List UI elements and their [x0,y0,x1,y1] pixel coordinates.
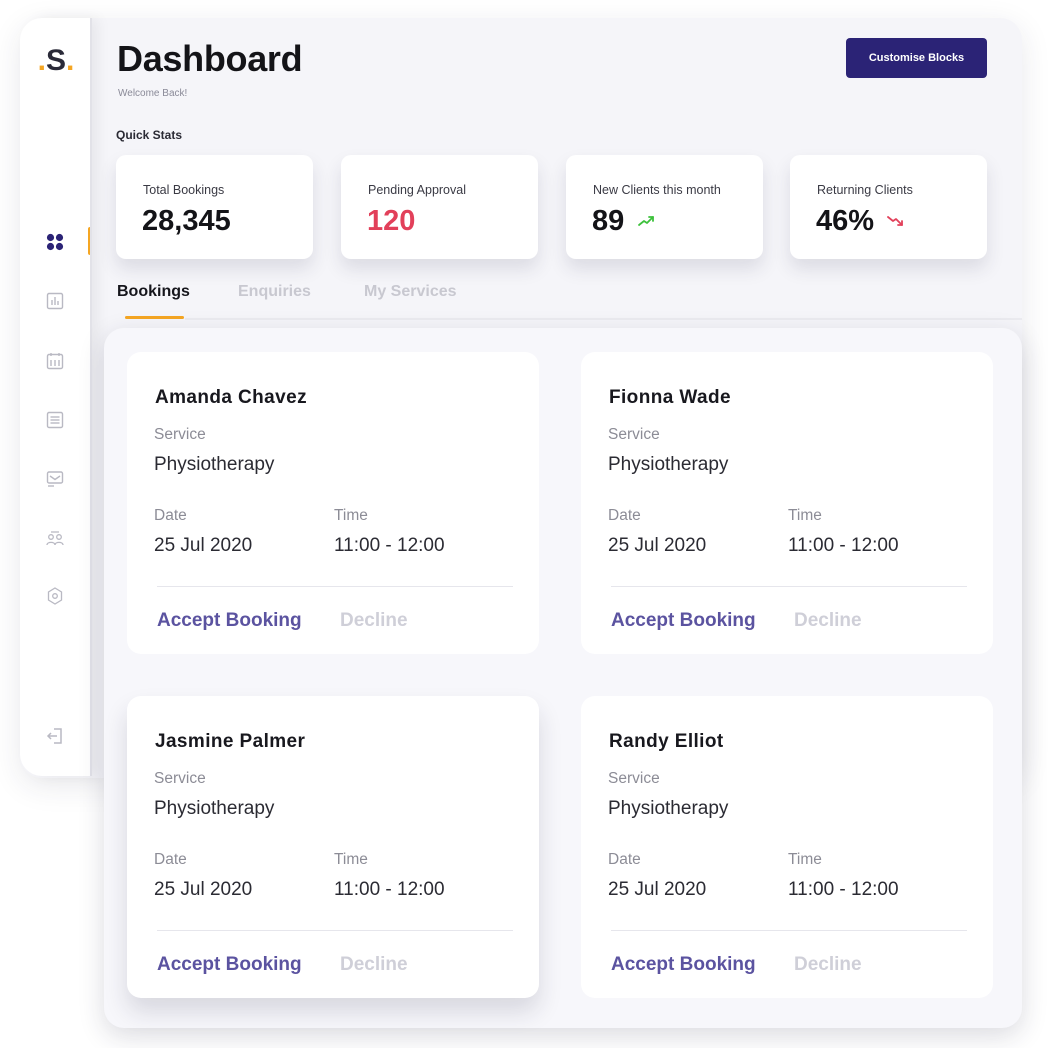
logo-dot: . [37,44,46,77]
sidebar-item-list[interactable] [41,406,69,434]
client-name: Amanda Chavez [155,387,307,408]
sidebar: .S. [20,18,92,776]
tab-enquiries[interactable]: Enquiries [238,283,311,301]
service-label: Service [608,770,660,787]
stat-label: Total Bookings [143,183,225,197]
stat-value: 46% [816,205,875,237]
date-value: 25 Jul 2020 [154,879,253,900]
time-value: 11:00 - 12:00 [334,879,445,900]
logo-letter: S [45,44,66,77]
date-label: Date [608,507,641,524]
booking-card: Fionna Wade Service Physiotherapy Date 2… [581,352,993,654]
booking-card: Jasmine Palmer Service Physiotherapy Dat… [127,696,539,998]
time-value: 11:00 - 12:00 [334,535,445,556]
service-value: Physiotherapy [608,454,729,475]
date-label: Date [154,507,187,524]
service-value: Physiotherapy [154,798,275,819]
tab-divider [185,318,1022,320]
time-value: 11:00 - 12:00 [788,879,899,900]
decline-button[interactable]: Decline [340,610,408,632]
accept-booking-button[interactable]: Accept Booking [157,954,302,976]
stat-card-pending-approval[interactable]: Pending Approval 120 [341,155,538,259]
active-indicator [88,227,92,255]
service-value: Physiotherapy [154,454,275,475]
active-tab-indicator [125,316,184,319]
logout-icon [46,728,62,744]
stat-card-returning-clients[interactable]: Returning Clients 46% [790,155,987,259]
users-icon [46,531,64,546]
stat-card-new-clients[interactable]: New Clients this month 89 [566,155,763,259]
card-divider [611,930,967,931]
decline-button[interactable]: Decline [794,954,862,976]
date-value: 25 Jul 2020 [608,535,707,556]
stat-label: Returning Clients [817,183,913,197]
time-label: Time [334,507,368,524]
card-divider [611,586,967,587]
tab-my-services[interactable]: My Services [364,283,457,301]
customise-blocks-button[interactable]: Customise Blocks [846,38,987,78]
grid-icon [46,233,64,251]
time-value: 11:00 - 12:00 [788,535,899,556]
booking-card: Randy Elliot Service Physiotherapy Date … [581,696,993,998]
stat-value: 89 [592,205,625,237]
stat-value: 28,345 [142,205,231,237]
accept-booking-button[interactable]: Accept Booking [611,954,756,976]
date-label: Date [608,851,641,868]
sidebar-item-calendar[interactable] [41,347,69,375]
quick-stats-heading: Quick Stats [116,128,183,142]
accept-booking-button[interactable]: Accept Booking [611,610,756,632]
stat-card-total-bookings[interactable]: Total Bookings 28,345 [116,155,313,259]
client-name: Jasmine Palmer [155,731,306,752]
stat-label: New Clients this month [593,183,721,197]
client-name: Fionna Wade [609,387,731,408]
sidebar-item-clients[interactable] [41,524,69,552]
service-value: Physiotherapy [608,798,729,819]
service-label: Service [154,770,206,787]
page-title: Dashboard [117,38,303,79]
service-label: Service [154,426,206,443]
time-label: Time [334,851,368,868]
service-label: Service [608,426,660,443]
time-label: Time [788,507,822,524]
tab-bookings[interactable]: Bookings [117,283,190,301]
welcome-text: Welcome Back! [118,88,188,99]
date-value: 25 Jul 2020 [154,535,253,556]
app-logo[interactable]: .S. [34,44,78,78]
calendar-icon [46,353,64,370]
bar-chart-icon [46,292,64,310]
accept-booking-button[interactable]: Accept Booking [157,610,302,632]
gear-icon [47,587,63,605]
sidebar-item-settings[interactable] [41,582,69,610]
booking-card: Amanda Chavez Service Physiotherapy Date… [127,352,539,654]
logo-dot: . [66,44,75,77]
trend-down-icon [887,216,903,226]
card-divider [157,930,513,931]
date-label: Date [154,851,187,868]
sidebar-item-dashboard[interactable] [41,228,69,256]
stat-value: 120 [367,205,416,237]
decline-button[interactable]: Decline [794,610,862,632]
trend-up-icon [638,216,654,226]
card-divider [157,586,513,587]
decline-button[interactable]: Decline [340,954,408,976]
time-label: Time [788,851,822,868]
sidebar-item-analytics[interactable] [41,287,69,315]
date-value: 25 Jul 2020 [608,879,707,900]
client-name: Randy Elliot [609,731,724,752]
stat-label: Pending Approval [368,183,466,197]
message-icon [46,471,64,487]
sidebar-item-messages[interactable] [41,465,69,493]
sidebar-item-logout[interactable] [41,722,69,750]
list-icon [46,411,64,429]
